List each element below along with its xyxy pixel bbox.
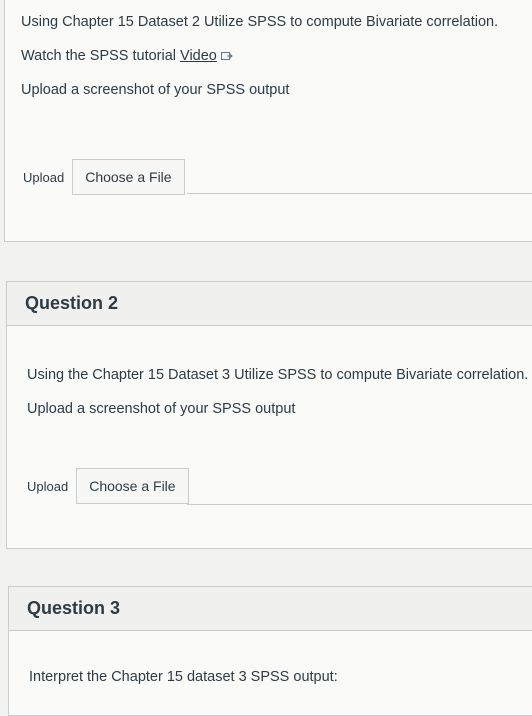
upload-divider (187, 504, 532, 505)
question-1-card: Using Chapter 15 Dataset 2 Utilize SPSS … (4, 0, 532, 242)
question-3-prompt: Interpret the Chapter 15 dataset 3 SPSS … (29, 669, 338, 685)
question-1-prompt: Using Chapter 15 Dataset 2 Utilize SPSS … (21, 14, 499, 30)
question-3-header: Question 3 (9, 587, 532, 631)
upload-label: Upload (27, 478, 69, 494)
question-2-header: Question 2 (7, 282, 532, 326)
question-3-card: Question 3 Interpret the Chapter 15 data… (8, 586, 532, 716)
question-2-title: Question 2 (25, 293, 119, 313)
upload-row: Upload Choose a File (27, 468, 189, 504)
choose-file-button[interactable]: Choose a File (72, 159, 185, 195)
upload-instruction: Upload a screenshot of your SPSS output (27, 401, 296, 417)
question-2-body: Using the Chapter 15 Dataset 3 Utilize S… (27, 358, 528, 426)
question-2-card: Question 2 Using the Chapter 15 Dataset … (6, 281, 532, 549)
tutorial-text: Watch the SPSS tutorial (21, 48, 181, 64)
upload-divider (187, 193, 532, 194)
video-link[interactable]: Video (180, 48, 217, 64)
upload-label: Upload (23, 169, 65, 185)
tutorial-line: Watch the SPSS tutorial Video (21, 39, 498, 73)
choose-file-button[interactable]: Choose a File (76, 468, 189, 504)
question-3-title: Question 3 (27, 598, 121, 618)
external-link-icon (220, 52, 233, 60)
upload-row: Upload Choose a File (23, 159, 185, 195)
question-2-prompt: Using the Chapter 15 Dataset 3 Utilize S… (27, 367, 529, 383)
upload-instruction: Upload a screenshot of your SPSS output (21, 82, 290, 98)
question-1-body: Using Chapter 15 Dataset 2 Utilize SPSS … (21, 5, 498, 107)
question-3-body: Interpret the Chapter 15 dataset 3 SPSS … (29, 660, 338, 694)
